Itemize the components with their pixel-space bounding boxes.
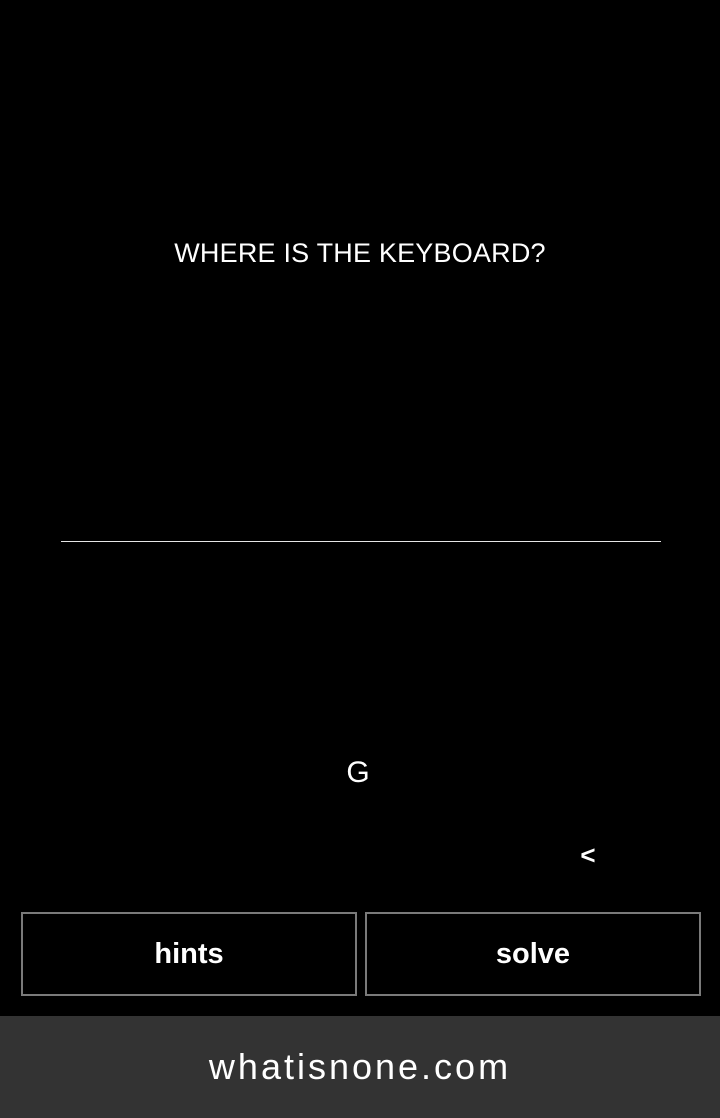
solve-button[interactable]: solve — [365, 912, 701, 996]
footer-banner[interactable]: whatisnone.com — [0, 1016, 720, 1118]
hints-button[interactable]: hints — [21, 912, 357, 996]
letter-key-g[interactable]: G — [328, 755, 388, 791]
footer-site-link[interactable]: whatisnone.com — [209, 1046, 511, 1088]
answer-underline[interactable] — [61, 541, 661, 542]
backspace-key[interactable]: < — [560, 837, 616, 873]
question-text: WHERE IS THE KEYBOARD? — [174, 238, 546, 268]
game-screen: WHERE IS THE KEYBOARD? G < hints solve w… — [0, 0, 720, 1118]
